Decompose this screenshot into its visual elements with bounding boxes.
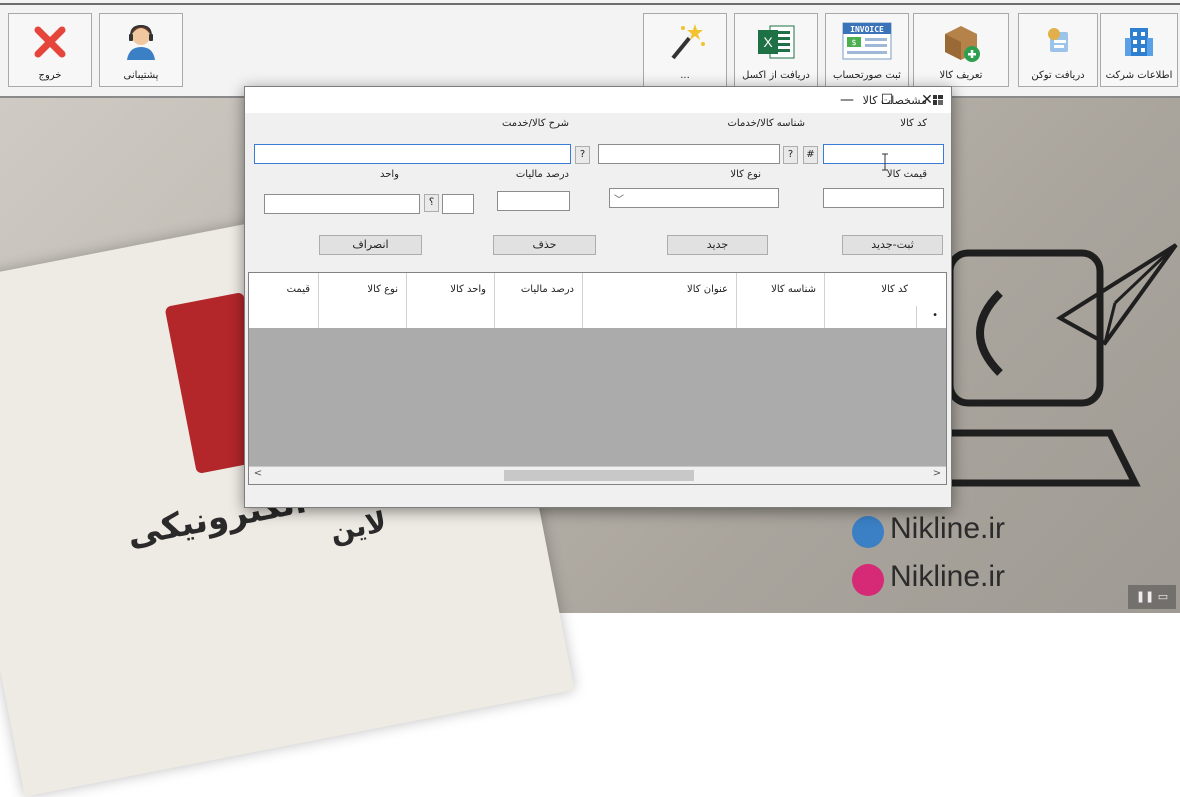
svg-text:X: X [763,34,773,50]
product-specs-dialog: مشخصات کالا — ☐ ✕ کد کالا شناسه کالا/خدم… [244,86,952,508]
unit-code-input[interactable] [442,194,474,214]
instagram-watermark: Nikline.ir [852,560,1006,596]
website-watermark: Nikline.ir [852,512,1006,548]
support-label: پشتیبانی [123,70,159,81]
magic-wand-icon [671,24,705,60]
tax-percent-label: درصد مالیات [515,169,569,180]
dialog-titlebar: مشخصات کالا — ☐ ✕ [245,87,951,113]
grid-cell-price[interactable] [249,306,318,328]
exit-button[interactable]: خروج [8,13,92,87]
register-invoice-label: ثبت صورتحساب [833,70,901,81]
instagram-text: Nikline.ir [890,560,1006,593]
grid-cell-identifier[interactable] [736,306,824,328]
cancel-button[interactable]: انصراف [319,235,422,255]
media-controls[interactable]: ❚❚ ▭ [1128,585,1176,609]
chevron-down-icon: ﹀ [614,195,624,206]
define-product-label: تعریف کالا [939,70,983,81]
hash-button[interactable]: # [803,146,818,164]
product-price-label: قیمت کالا [886,169,927,180]
support-icon [127,24,155,60]
row-header-cell: • [916,306,946,328]
products-grid[interactable]: کد کالا شناسه کالا عنوان کالا درصد مالیا… [248,272,947,485]
grid-cell-tax[interactable] [494,306,582,328]
svg-text:$: $ [851,38,856,47]
unit-input[interactable] [264,194,420,214]
maximize-button[interactable]: ☐ [877,91,897,109]
scroll-left-arrow[interactable]: < [251,468,265,479]
product-description-label: شرح کالا/خدمت [501,118,569,129]
unit-help-button[interactable]: ؟ [424,194,439,212]
toolbar-top-line [0,3,1180,5]
support-button[interactable]: پشتیبانی [99,13,183,87]
instagram-icon [852,564,884,596]
building-icon [1125,28,1153,56]
delete-button[interactable]: حذف [493,235,596,255]
globe-icon [852,516,884,548]
company-info-label: اطلاعات شرکت [1105,70,1173,81]
register-invoice-button[interactable]: INVOICE $ ثبت صورتحساب [825,13,909,87]
product-price-input[interactable] [823,188,944,208]
grid-cell-code[interactable] [824,306,916,328]
token-icon [1048,28,1068,52]
product-identifier-label: شناسه کالا/خدمات [727,118,806,129]
product-description-input[interactable] [254,144,571,164]
new-button[interactable]: جدید [667,235,768,255]
minimize-button[interactable]: — [837,91,857,109]
exit-label: خروج [38,70,62,81]
grid-horizontal-scrollbar[interactable]: < > [249,466,946,484]
text-cursor-icon [882,153,888,171]
invoice-icon: INVOICE $ [842,22,892,60]
grid-col-code[interactable]: کد کالا [824,273,916,306]
scroll-right-arrow[interactable]: > [930,468,944,479]
product-add-icon [945,26,980,62]
tax-percent-input[interactable] [497,191,570,211]
scroll-thumb[interactable] [504,470,694,481]
main-toolbar: اطلاعات شرکت دریافت توکن تعریف کالا INVO… [0,0,1180,98]
product-type-label: نوع کالا [730,169,761,180]
grid-cell-type[interactable] [318,306,406,328]
description-help-button[interactable]: ? [575,146,590,164]
grid-col-type[interactable]: نوع کالا [318,273,406,306]
product-identifier-input[interactable] [598,144,780,164]
more-button[interactable]: ... [643,13,727,87]
grid-cell-title[interactable] [582,306,736,328]
import-excel-label: دریافت از اکسل [742,70,810,81]
grid-col-identifier[interactable]: شناسه کالا [736,273,824,306]
grid-col-tax[interactable]: درصد مالیات [494,273,582,306]
more-label: ... [680,70,690,81]
grid-col-title[interactable]: عنوان کالا [582,273,736,306]
laptop-illustration [940,243,1178,487]
save-new-button[interactable]: ثبت-جدید [842,235,943,255]
grid-col-price[interactable]: قیمت [249,273,318,306]
close-button[interactable]: ✕ [917,91,937,109]
get-token-button[interactable]: دریافت توکن [1018,13,1098,87]
company-info-button[interactable]: اطلاعات شرکت [1100,13,1178,87]
close-icon [34,26,66,58]
unit-label: واحد [379,169,399,180]
identifier-help-button[interactable]: ? [783,146,798,164]
get-token-label: دریافت توکن [1031,70,1085,81]
svg-text:INVOICE: INVOICE [850,25,884,34]
grid-cell-unit[interactable] [406,306,494,328]
define-product-button[interactable]: تعریف کالا [913,13,1009,87]
excel-icon: X [758,25,795,59]
grid-col-unit[interactable]: واحد کالا [406,273,494,306]
grid-header-row: کد کالا شناسه کالا عنوان کالا درصد مالیا… [249,273,946,307]
import-excel-button[interactable]: X دریافت از اکسل [734,13,818,87]
website-text: Nikline.ir [890,512,1006,545]
product-type-select[interactable]: ﹀ [609,188,779,208]
grid-new-row[interactable]: • [249,306,946,328]
product-code-label: کد کالا [900,118,927,129]
